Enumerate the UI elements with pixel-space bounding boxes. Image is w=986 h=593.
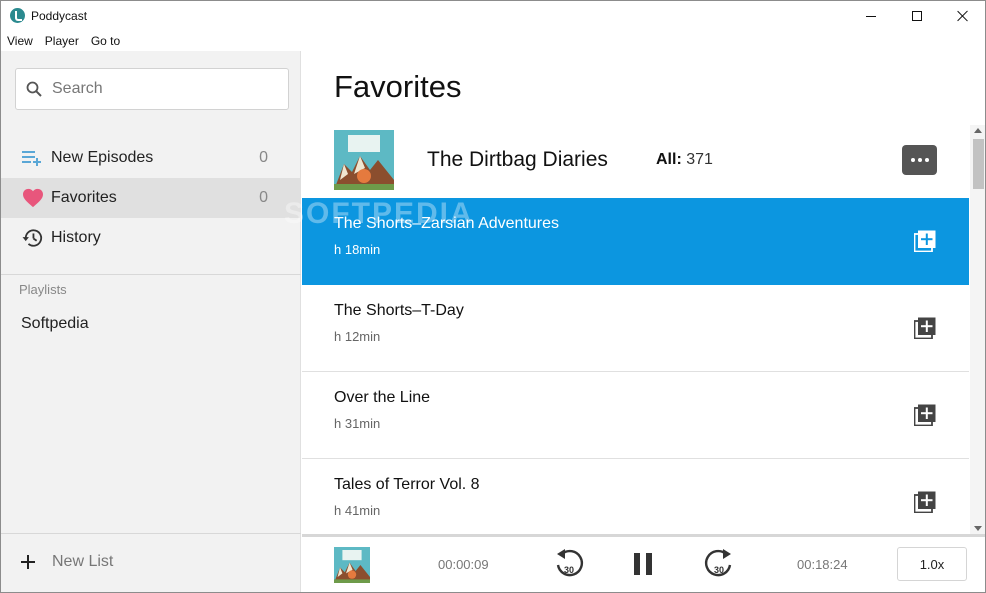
episode-row[interactable]: Over the Line h 31min [302,372,969,459]
scroll-up-arrow-icon[interactable] [974,128,982,133]
episode-row-selected[interactable]: The Shorts–Zarsian Adventures h 18min [302,198,969,285]
pause-button[interactable] [632,553,654,575]
new-episodes-icon [22,148,44,168]
player-bar: 00:00:09 30 30 00:18:24 1.0x [302,534,985,592]
sidebar-item-label: History [51,229,101,246]
minimize-button[interactable] [848,1,894,31]
episode-title: Over the Line [334,389,431,406]
app-logo-icon [10,8,25,23]
add-to-playlist-icon[interactable] [914,230,936,252]
app-window: Poddycast View Player Go to Search New E… [0,0,986,593]
add-to-playlist-icon[interactable] [914,404,936,426]
sidebar-divider [1,274,301,275]
sidebar-item-count: 0 [259,149,268,166]
title-bar[interactable]: Poddycast [1,1,985,31]
history-icon [22,228,44,248]
scroll-thumb[interactable] [973,139,984,189]
podcast-cover-image[interactable] [334,130,394,190]
menu-view[interactable]: View [1,31,39,51]
more-dots-icon [917,158,922,162]
episode-row[interactable]: The Shorts–T-Day h 12min [302,285,969,372]
search-box[interactable] [15,68,289,110]
sidebar-item-label: New Episodes [51,149,154,166]
sidebar-item-label: Favorites [51,189,117,206]
episode-title: The Shorts–T-Day [334,302,464,319]
forward-30-icon[interactable]: 30 [704,547,734,581]
search-icon [26,81,42,97]
plus-icon [21,555,35,569]
sidebar-item-history[interactable]: History [1,218,301,258]
rewind-seconds-label: 30 [564,565,574,575]
maximize-icon [912,11,922,21]
episode-count-label: All: [656,151,682,168]
sidebar-item-new-episodes[interactable]: New Episodes 0 [1,138,301,178]
episode-title: The Shorts–Zarsian Adventures [334,215,560,232]
sidebar-item-favorites[interactable]: Favorites 0 [1,178,301,218]
menu-go-to[interactable]: Go to [85,31,126,51]
sidebar-item-count: 0 [259,189,268,206]
rewind-30-icon[interactable]: 30 [554,547,584,581]
menu-bar: View Player Go to [1,31,126,51]
new-list-label: New List [52,553,114,570]
main-content: Favorites The Dirtbag Diaries All: 371 T… [302,51,985,534]
elapsed-time: 00:00:09 [438,557,489,572]
more-dots-icon [924,158,929,162]
episode-row[interactable]: Tales of Terror Vol. 8 h 41min [302,459,969,534]
new-list-button[interactable]: New List [1,548,301,584]
playlist-item-softpedia[interactable]: Softpedia [21,315,89,333]
episode-duration: h 41min [334,503,381,518]
page-title: Favorites [334,69,462,104]
now-playing-cover-image [334,547,370,583]
close-icon [957,10,969,22]
heart-icon [22,188,44,208]
podcast-title: The Dirtbag Diaries [427,148,608,171]
minimize-icon [866,15,876,17]
playlists-heading: Playlists [19,282,67,297]
scroll-down-arrow-icon[interactable] [974,526,982,531]
episode-count-value: 371 [686,151,713,168]
sidebar-divider [1,533,301,534]
forward-seconds-label: 30 [714,565,724,575]
window-title: Poddycast [31,9,88,23]
episode-list-scrollbar[interactable] [970,125,985,534]
add-to-playlist-icon[interactable] [914,317,936,339]
episode-duration: h 31min [334,416,381,431]
more-dots-icon [910,158,915,162]
close-button[interactable] [940,1,985,31]
sidebar: New Episodes 0 Favorites 0 History [1,51,301,592]
add-to-playlist-icon[interactable] [914,491,936,513]
episode-title: Tales of Terror Vol. 8 [334,476,480,493]
total-time: 00:18:24 [797,557,848,572]
maximize-button[interactable] [894,1,940,31]
menu-player[interactable]: Player [39,31,85,51]
episode-duration: h 18min [334,242,381,257]
playback-speed-button[interactable]: 1.0x [897,547,967,581]
episode-duration: h 12min [334,329,381,344]
search-input[interactable] [52,77,272,101]
episode-count: All: 371 [656,151,713,169]
more-options-button[interactable] [902,145,937,175]
